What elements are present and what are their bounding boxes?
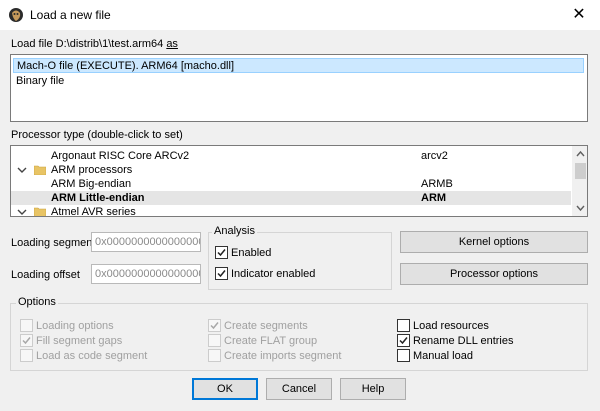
loading-offset-label: Loading offset <box>11 269 80 281</box>
rename-dll-entries-label: Rename DLL entries <box>413 335 514 347</box>
processor-group-arm[interactable]: ARM processors <box>11 163 571 177</box>
file-type-list[interactable]: Mach-O file (EXECUTE). ARM64 [macho.dll]… <box>10 54 588 122</box>
create-flat-group-checkbox[interactable] <box>208 334 221 347</box>
create-flat-group-label: Create FLAT group <box>224 335 318 347</box>
rename-dll-entries-checkbox[interactable] <box>397 334 410 347</box>
analysis-group <box>208 232 392 290</box>
processor-code: ARM <box>421 192 447 204</box>
load-resources-checkbox[interactable] <box>397 319 410 332</box>
chevron-down-icon[interactable] <box>16 163 28 177</box>
processor-name: ARM Little-endian <box>51 192 145 204</box>
scroll-thumb[interactable] <box>575 163 586 179</box>
file-type-item-macho[interactable]: Mach-O file (EXECUTE). ARM64 [macho.dll] <box>13 58 584 73</box>
processor-code: arcv2 <box>421 150 448 162</box>
manual-load-label: Manual load <box>413 350 473 362</box>
ok-button[interactable]: OK <box>192 378 258 400</box>
help-button[interactable]: Help <box>340 378 406 400</box>
folder-icon <box>33 165 47 176</box>
load-file-caption: Load file D:\distrib\1\test.arm64 as <box>11 38 178 50</box>
analysis-enabled-label: Enabled <box>231 247 272 259</box>
processor-tree[interactable]: Argonaut RISC Core ARCv2 arcv2 ARM proce… <box>10 145 588 217</box>
load-as-code-segment-checkbox[interactable] <box>20 349 33 362</box>
fill-segment-gaps-label: Fill segment gaps <box>36 335 123 347</box>
close-icon[interactable]: ✕ <box>568 4 590 26</box>
processor-name: Argonaut RISC Core ARCv2 <box>51 150 190 162</box>
indicator-enabled-checkbox[interactable] <box>215 267 228 280</box>
load-file-as: as <box>166 38 178 50</box>
loading-segment-input[interactable]: 0x0000000000000000 <box>91 232 201 252</box>
processor-row-argonaut[interactable]: Argonaut RISC Core ARCv2 arcv2 <box>11 149 571 163</box>
scroll-down-icon[interactable] <box>573 201 587 215</box>
processor-row-arm-big-endian[interactable]: ARM Big-endian ARMB <box>11 177 571 191</box>
kernel-options-button[interactable]: Kernel options <box>400 231 588 253</box>
scroll-up-icon[interactable] <box>573 147 587 161</box>
processor-name: ARM processors <box>51 164 133 176</box>
create-segments-checkbox[interactable] <box>208 319 221 332</box>
processor-group-avr[interactable]: Atmel AVR series <box>11 205 571 217</box>
create-imports-segment-checkbox[interactable] <box>208 349 221 362</box>
loading-offset-input[interactable]: 0x0000000000000000 <box>91 264 201 284</box>
processor-row-arm-little-endian[interactable]: ARM Little-endian ARM <box>11 191 571 205</box>
loading-segment-label: Loading segment <box>11 237 96 249</box>
load-resources-label: Load resources <box>413 320 489 332</box>
processor-name: Atmel AVR series <box>51 206 136 217</box>
load-file-prefix: Load file <box>11 38 56 50</box>
folder-icon <box>33 207 47 216</box>
chevron-down-icon[interactable] <box>16 205 28 216</box>
app-icon <box>8 7 24 23</box>
indicator-enabled-label: Indicator enabled <box>231 268 316 280</box>
processor-options-button[interactable]: Processor options <box>400 263 588 285</box>
load-file-path: D:\distrib\1\test.arm64 <box>55 38 164 50</box>
processor-scrollbar[interactable] <box>572 146 587 216</box>
options-group-title: Options <box>16 296 58 308</box>
processor-type-caption: Processor type (double-click to set) <box>11 129 183 141</box>
create-imports-segment-label: Create imports segment <box>224 350 342 362</box>
processor-code: ARMB <box>421 178 453 190</box>
load-as-code-segment-label: Load as code segment <box>36 350 148 362</box>
window-title: Load a new file <box>30 8 111 22</box>
fill-segment-gaps-checkbox[interactable] <box>20 334 33 347</box>
loading-options-label: Loading options <box>36 320 114 332</box>
manual-load-checkbox[interactable] <box>397 349 410 362</box>
analysis-group-title: Analysis <box>212 225 257 237</box>
loading-options-checkbox[interactable] <box>20 319 33 332</box>
processor-name: ARM Big-endian <box>51 178 132 190</box>
cancel-button[interactable]: Cancel <box>266 378 332 400</box>
analysis-enabled-checkbox[interactable] <box>215 246 228 259</box>
create-segments-label: Create segments <box>224 320 308 332</box>
file-type-item-binary[interactable]: Binary file <box>13 74 64 89</box>
